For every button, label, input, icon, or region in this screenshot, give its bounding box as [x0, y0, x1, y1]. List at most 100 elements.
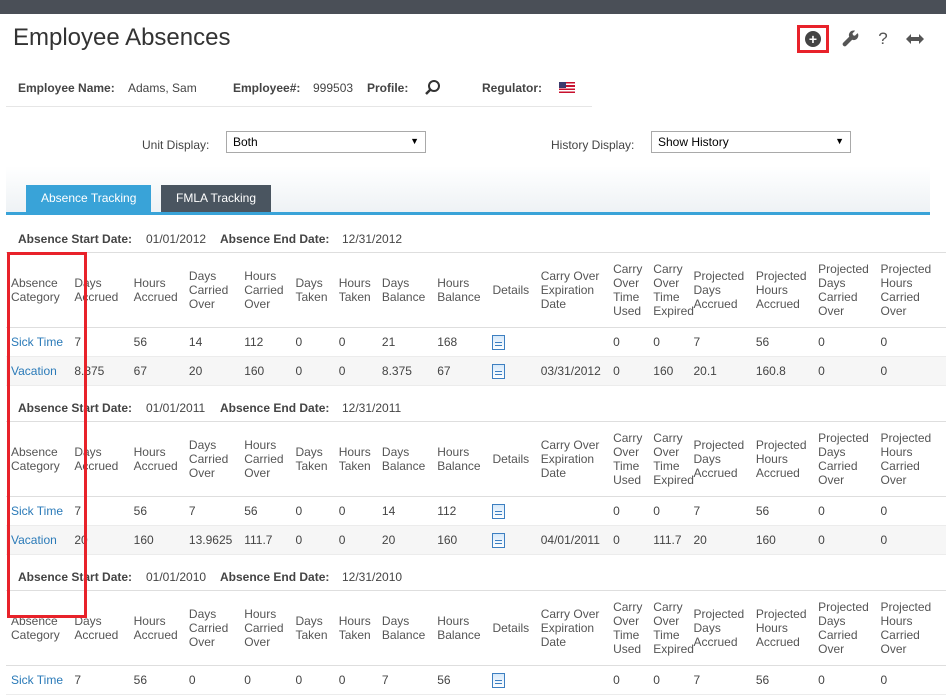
end-date-value: 12/31/2012: [342, 232, 403, 246]
plus-circle-icon: +: [805, 31, 821, 47]
column-header: Days Balance: [376, 590, 433, 666]
table-cell: 160.8: [750, 356, 814, 386]
add-button[interactable]: +: [797, 25, 829, 53]
column-header: Carry Over Time Used: [608, 421, 649, 497]
absence-category-link[interactable]: Vacation: [11, 364, 57, 378]
table-cell: 0: [648, 327, 689, 357]
end-date-label: Absence End Date:: [220, 401, 330, 415]
employee-name-value: Adams, Sam: [128, 81, 197, 95]
start-date-label: Absence Start Date:: [18, 401, 133, 415]
column-header: Hours Accrued: [128, 252, 184, 328]
category-cell: Sick Time: [6, 665, 70, 695]
page-title: Employee Absences: [13, 24, 231, 51]
category-cell: Vacation: [6, 356, 70, 386]
table-cell: 56: [432, 665, 488, 695]
table-cell: 0: [333, 327, 377, 357]
start-date-label: Absence Start Date:: [18, 232, 133, 246]
table-cell: 13.9625: [183, 525, 240, 555]
column-header: Projected Hours Carried Over: [875, 252, 946, 328]
end-date-label: Absence End Date:: [220, 570, 330, 584]
absence-category-link[interactable]: Sick Time: [11, 504, 63, 518]
table-cell: 0: [875, 356, 946, 386]
tab-fmla-tracking[interactable]: FMLA Tracking: [161, 185, 272, 212]
table-cell: 0: [290, 496, 334, 526]
table-cell: 7: [688, 665, 751, 695]
column-header: Carry Over Time Expired: [648, 421, 694, 497]
column-header: Days Taken: [290, 590, 334, 666]
start-date-value: 01/01/2011: [146, 401, 206, 415]
employee-name-label: Employee Name:: [18, 81, 115, 95]
absence-category-link[interactable]: Sick Time: [11, 673, 63, 687]
document-icon[interactable]: [492, 672, 506, 688]
table-cell: 20: [376, 525, 433, 555]
column-header: Carry Over Time Expired: [648, 252, 694, 328]
table-header-row: Absence Category Days Accrued Hours Accrue…: [6, 590, 946, 666]
table-cell: 56: [750, 327, 814, 357]
arrows-horizontal-icon[interactable]: [901, 26, 929, 52]
table-cell: 67: [432, 356, 488, 386]
dropdown-arrow-icon: ▼: [835, 136, 844, 146]
table-cell: 8.375: [69, 356, 129, 386]
table-cell: 112: [239, 327, 291, 357]
document-icon[interactable]: [492, 363, 506, 379]
column-header: Projected Days Accrued: [688, 252, 751, 328]
table-cell: 7: [376, 665, 433, 695]
column-header: Projected Days Accrued: [688, 421, 751, 497]
table-cell: 56: [239, 496, 291, 526]
column-header: Hours Accrued: [128, 590, 184, 666]
column-header: Hours Accrued: [128, 421, 184, 497]
column-header: Projected Days Carried Over: [813, 421, 876, 497]
column-header: Details: [487, 252, 536, 328]
column-header: Carry Over Time Used: [608, 252, 649, 328]
details-cell: [487, 496, 536, 526]
details-cell: [487, 356, 536, 386]
history-display-select[interactable]: Show History ▼: [651, 131, 851, 153]
document-icon[interactable]: [492, 532, 506, 548]
search-icon[interactable]: [424, 79, 442, 100]
start-date-value: 01/01/2012: [146, 232, 207, 246]
period-header: Absence Start Date: 01/01/2011 Absence End…: [6, 387, 946, 421]
column-header: Absence Category: [6, 590, 70, 666]
table-cell: 0: [608, 327, 649, 357]
column-header: Projected Days Accrued: [688, 590, 751, 666]
table-header-row: Absence Category Days Accrued Hours Accrue…: [6, 252, 946, 328]
column-header: Hours Carried Over: [239, 252, 291, 328]
document-icon[interactable]: [492, 503, 506, 519]
table-cell: 111.7: [239, 525, 291, 555]
column-header: Hours Balance: [432, 590, 488, 666]
table-cell: 04/01/2011: [535, 525, 609, 555]
table-cell: 0: [813, 665, 876, 695]
table-cell: 0: [608, 525, 649, 555]
details-cell: [487, 665, 536, 695]
regulator-label: Regulator:: [482, 81, 542, 95]
table-row: Sick Time 7 56 0 0 0 0 7 56 0 0 7 56 0 0: [6, 665, 946, 695]
tab-absence-tracking[interactable]: Absence Tracking: [26, 185, 152, 212]
tab-underline: [6, 212, 930, 215]
table-cell: 14: [183, 327, 240, 357]
column-header: Days Carried Over: [183, 421, 240, 497]
absence-period: Absence Start Date: 01/01/2010 Absence End…: [6, 556, 946, 695]
document-icon[interactable]: [492, 334, 506, 350]
table-cell: 0: [290, 525, 334, 555]
table-cell: 168: [432, 327, 488, 357]
table-cell: 56: [750, 665, 814, 695]
column-header: Projected Hours Carried Over: [875, 421, 946, 497]
table-cell: 0: [813, 496, 876, 526]
column-header: Days Accrued: [69, 421, 129, 497]
absence-category-link[interactable]: Vacation: [11, 533, 57, 547]
table-cell: 160: [750, 525, 814, 555]
column-header: Days Taken: [290, 421, 334, 497]
column-header: Hours Carried Over: [239, 590, 291, 666]
table-cell: 03/31/2012: [535, 356, 609, 386]
help-button[interactable]: ?: [869, 26, 897, 52]
table-cell: 7: [69, 496, 129, 526]
details-cell: [487, 525, 536, 555]
table-cell: 0: [333, 525, 377, 555]
table-cell: 0: [333, 356, 377, 386]
table-cell: 7: [183, 496, 240, 526]
column-header: Carry Over Expiration Date: [535, 252, 609, 328]
absence-category-link[interactable]: Sick Time: [11, 335, 63, 349]
unit-display-select[interactable]: Both ▼: [226, 131, 426, 153]
wrench-icon[interactable]: [837, 26, 865, 52]
table-cell: 0: [813, 327, 876, 357]
